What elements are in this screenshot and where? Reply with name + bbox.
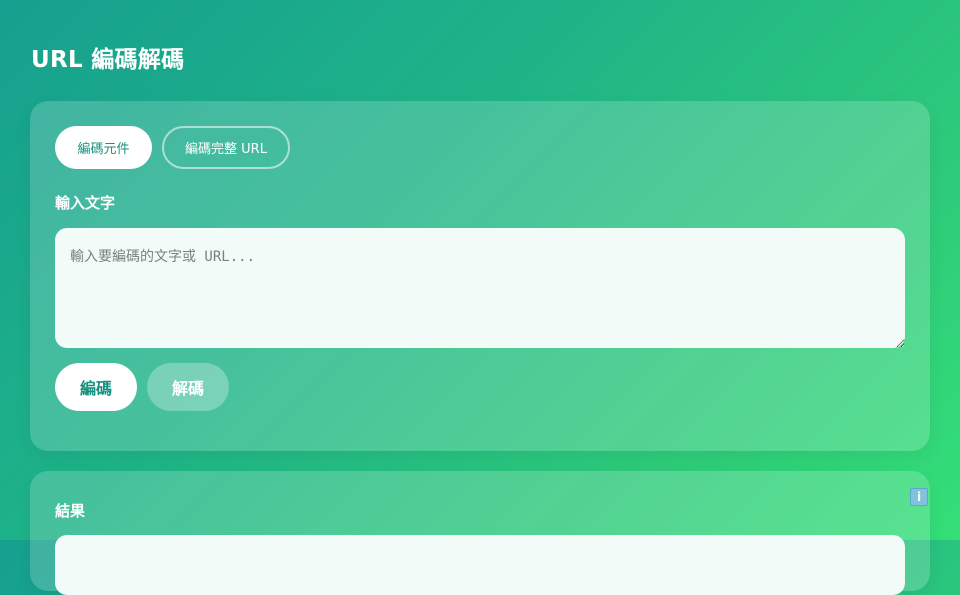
result-label: 結果 bbox=[55, 502, 86, 520]
encode-button[interactable]: 編碼 bbox=[55, 363, 137, 411]
mode-tabs: 編碼元件 編碼完整 URL bbox=[55, 126, 290, 169]
result-card: 結果 bbox=[30, 471, 930, 595]
input-card: 編碼元件 編碼完整 URL 輸入文字 編碼 解碼 bbox=[30, 101, 930, 451]
input-textarea[interactable] bbox=[55, 228, 905, 348]
decode-button[interactable]: 解碼 bbox=[147, 363, 229, 411]
tab-encode-component[interactable]: 編碼元件 bbox=[55, 126, 152, 169]
result-output[interactable] bbox=[55, 535, 905, 595]
input-label: 輸入文字 bbox=[55, 194, 116, 212]
action-row: 編碼 解碼 bbox=[55, 363, 229, 411]
info-icon[interactable]: i bbox=[910, 488, 928, 506]
page-title: URL 編碼解碼 bbox=[31, 47, 185, 73]
tab-encode-full-url[interactable]: 編碼完整 URL bbox=[162, 126, 290, 169]
